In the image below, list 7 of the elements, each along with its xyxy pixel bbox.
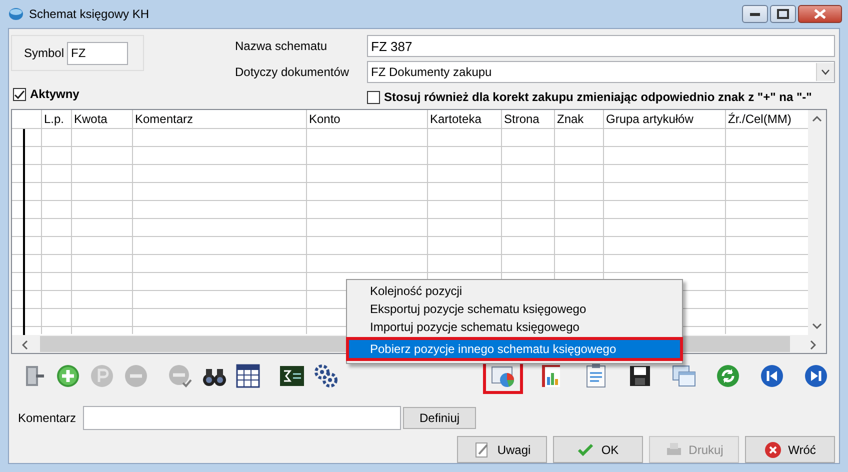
checkbox-label: Stosuj również dla korekt zakupu zmieniając odpowiednio znak z "+" na "-" xyxy=(384,90,812,104)
window-title: Schemat księgowy KH xyxy=(29,7,150,21)
field-label: Dotyczy dokumentów xyxy=(235,65,350,79)
field-label: Komentarz xyxy=(18,411,76,425)
checkbox-label: Aktywny xyxy=(30,87,80,101)
field-label: Symbol xyxy=(24,46,64,60)
field-label: Nazwa schematu xyxy=(235,39,328,53)
